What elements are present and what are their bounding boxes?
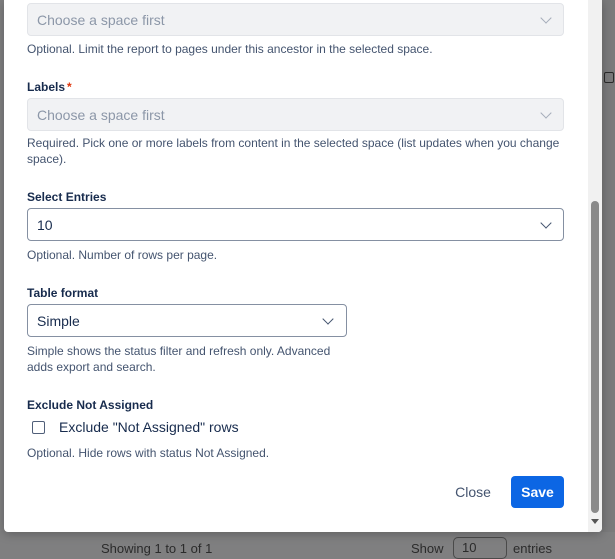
labels-select[interactable]: Choose a space first [27,98,564,131]
select-entries-help-text: Optional. Number of rows per page. [27,248,218,262]
report-settings-modal: Choose a space first Optional. Limit the… [4,0,602,532]
labels-placeholder: Choose a space first [37,106,165,123]
select-entries-label: Select Entries [27,190,107,204]
table-format-label: Table format [27,286,99,300]
scrollbar-thumb[interactable] [591,201,599,513]
table-format-dropdown[interactable]: Simple [27,304,347,337]
ancestor-placeholder: Choose a space first [37,11,165,28]
exclude-not-assigned-checkbox[interactable] [32,420,45,434]
required-indicator: * [67,80,72,94]
exclude-not-assigned-option[interactable]: Exclude "Not Assigned" rows [32,419,239,435]
labels-label: Labels * [27,80,72,94]
exclude-not-assigned-label: Exclude Not Assigned [27,398,154,412]
chevron-down-icon [540,107,552,119]
scroll-down-arrow-icon[interactable] [591,519,599,524]
page-icon [604,72,614,83]
entries-per-page-value: 10 [462,540,477,555]
labels-label-text: Labels [27,80,66,94]
table-format-help-text: Simple shows the status filter and refre… [27,344,331,374]
show-label: Show [411,541,444,556]
select-entries-dropdown[interactable]: 10 [27,208,564,241]
background-footer: Showing 1 to 1 of 1 Show entries [0,532,615,556]
ancestor-help-text: Optional. Limit the report to pages unde… [27,42,433,56]
chevron-down-icon [540,217,552,229]
modal-scrollbar[interactable] [588,0,602,532]
exclude-not-assigned-help-text: Optional. Hide rows with status Not Assi… [27,446,270,460]
exclude-not-assigned-checkbox-label[interactable]: Exclude "Not Assigned" rows [59,419,239,435]
save-button[interactable]: Save [511,476,564,508]
close-button[interactable]: Close [447,476,499,508]
chevron-down-icon [322,313,334,325]
entries-label: entries [513,541,553,556]
showing-count-text: Showing 1 to 1 of 1 [101,541,213,556]
select-entries-value: 10 [37,216,53,233]
labels-help-text: Required. Pick one or more labels from c… [27,136,560,166]
chevron-down-icon [540,12,552,24]
entries-per-page-select: 10 [453,537,507,559]
table-format-value: Simple [37,312,80,329]
ancestor-select[interactable]: Choose a space first [27,3,564,36]
